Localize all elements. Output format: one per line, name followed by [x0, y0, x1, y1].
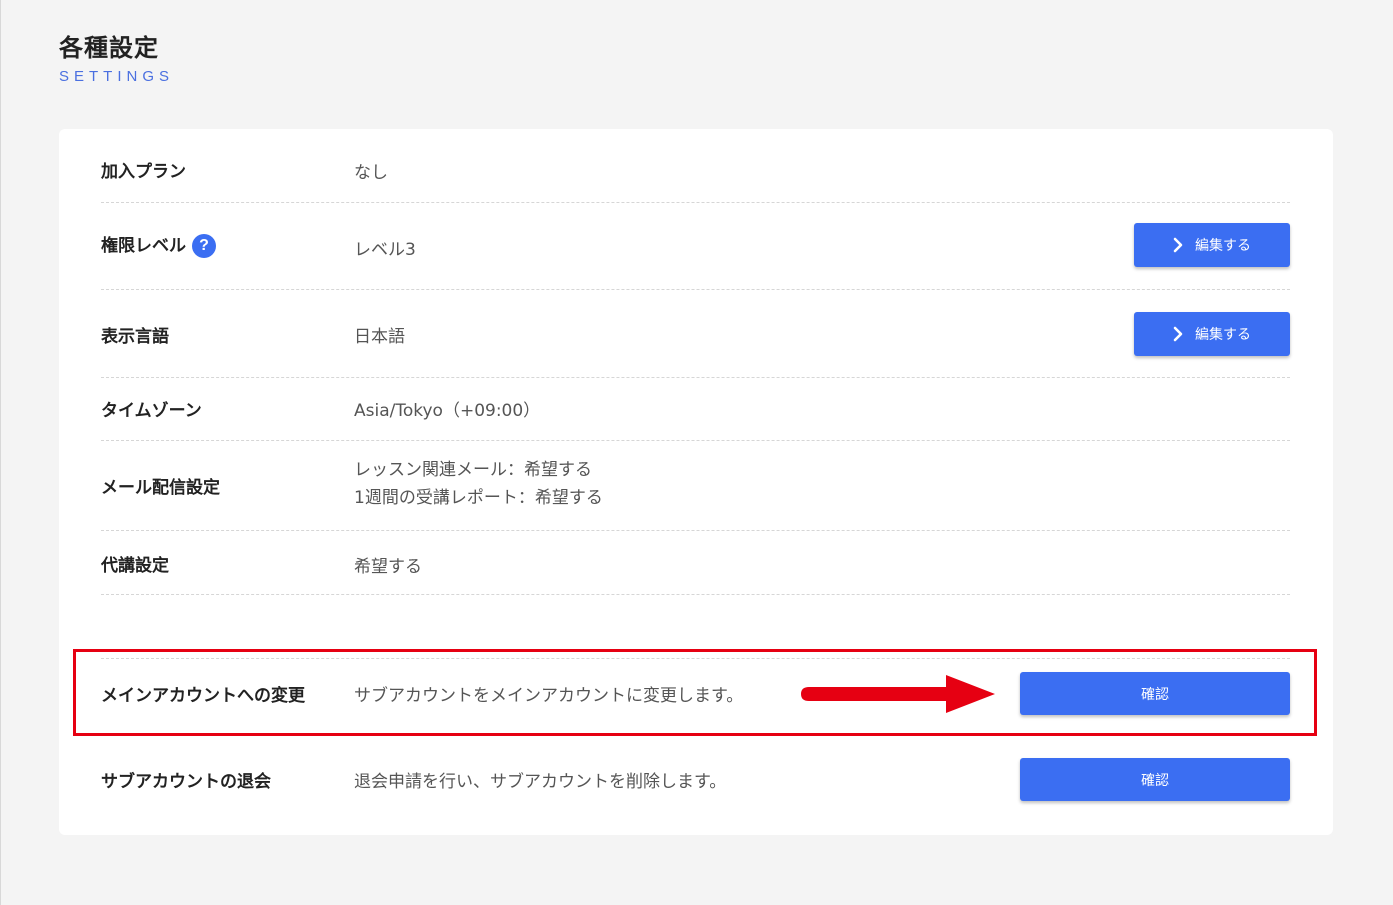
confirm-withdraw-button[interactable]: 確認	[1020, 758, 1290, 801]
settings-row-plan: 加入プラン なし	[101, 129, 1290, 203]
plan-label: 加入プラン	[101, 162, 186, 182]
red-arrow-icon	[801, 675, 995, 713]
chevron-right-icon	[1173, 326, 1183, 342]
withdraw-label: サブアカウントの退会	[101, 772, 271, 792]
substitute-value: 希望する	[354, 557, 422, 577]
edit-permission-label: 編集する	[1195, 238, 1251, 254]
settings-row-timezone: タイムゾーン Asia/Tokyo（+09:00）	[101, 378, 1290, 441]
chevron-right-icon	[1173, 237, 1183, 253]
language-label: 表示言語	[101, 327, 169, 347]
mail-values: レッスン関連メール：希望する 1週間の受講レポート：希望する	[354, 456, 603, 512]
timezone-label: タイムゾーン	[101, 401, 202, 421]
plan-value: なし	[354, 163, 388, 183]
page-subtitle: SETTINGS	[59, 68, 175, 85]
mail-lesson-value: レッスン関連メール：希望する	[354, 460, 592, 480]
highlight-box	[73, 649, 1317, 736]
permission-label-group: 権限レベル?	[101, 231, 216, 258]
page-title: 各種設定	[59, 34, 159, 62]
settings-row-language: 表示言語 日本語 編集する	[101, 290, 1290, 378]
settings-row-withdraw: サブアカウントの退会 退会申請を行い、サブアカウントを削除します。 確認	[101, 745, 1290, 820]
settings-row-substitute: 代講設定 希望する	[101, 531, 1290, 595]
substitute-label: 代講設定	[101, 556, 169, 576]
settings-row-permission: 権限レベル? レベル3 編集する	[101, 203, 1290, 290]
mail-label: メール配信設定	[101, 478, 220, 498]
permission-value: レベル3	[354, 240, 416, 260]
edit-permission-button[interactable]: 編集する	[1134, 223, 1290, 267]
mail-report-value: 1週間の受講レポート：希望する	[354, 488, 603, 508]
edit-language-label: 編集する	[1195, 327, 1251, 343]
language-value: 日本語	[354, 327, 405, 347]
question-circle-icon[interactable]: ?	[192, 234, 216, 258]
withdraw-value: 退会申請を行い、サブアカウントを削除します。	[354, 772, 727, 792]
permission-label: 権限レベル	[101, 236, 186, 256]
timezone-value: Asia/Tokyo（+09:00）	[354, 401, 541, 421]
settings-row-mail: メール配信設定 レッスン関連メール：希望する 1週間の受講レポート：希望する	[101, 441, 1290, 531]
edit-language-button[interactable]: 編集する	[1134, 312, 1290, 356]
